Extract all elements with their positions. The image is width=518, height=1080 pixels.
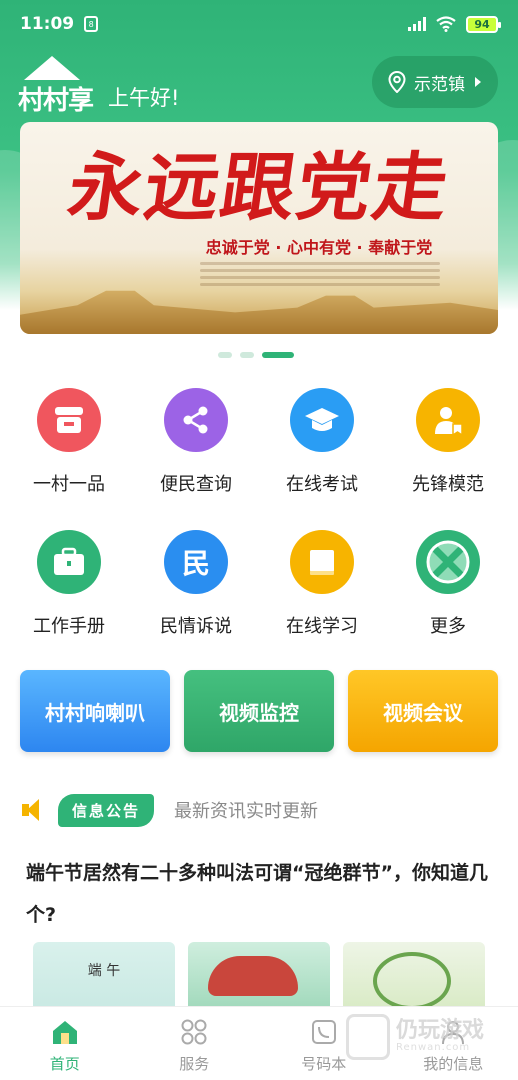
location-pin-icon bbox=[388, 71, 406, 93]
tab-my-info[interactable]: 我的信息 bbox=[389, 1007, 518, 1080]
phonebook-icon bbox=[309, 1017, 339, 1047]
app-logo: 村村享 bbox=[18, 56, 98, 116]
village-broadcast-button[interactable]: 村村响喇叭 bbox=[20, 670, 170, 752]
carousel-indicator bbox=[218, 352, 294, 358]
user-icon bbox=[438, 1017, 468, 1047]
grid-item-xianfeng[interactable]: 先锋模范 bbox=[385, 388, 511, 496]
article-thumbnails: 端 午 bbox=[33, 942, 485, 1012]
grid-item-xuexi[interactable]: 在线学习 bbox=[259, 530, 385, 638]
bottom-tab-bar: 首页 服务 号码本 我的信息 bbox=[0, 1006, 518, 1080]
logo-text: 村村享 bbox=[18, 86, 94, 116]
banner-slogan: 忠诚于党 · 心中有党 · 奉献于党 bbox=[205, 238, 433, 257]
video-monitor-button[interactable]: 视频监控 bbox=[184, 670, 334, 752]
great-wall-image bbox=[20, 290, 498, 334]
carousel-dot-active[interactable] bbox=[262, 352, 294, 358]
grid-item-shouce[interactable]: 工作手册 bbox=[6, 530, 132, 638]
status-time: 11:09 bbox=[20, 14, 75, 34]
carousel-dot[interactable] bbox=[240, 352, 254, 358]
tab-services[interactable]: 服务 bbox=[130, 1007, 260, 1080]
location-selector[interactable]: 示范镇 bbox=[372, 56, 498, 108]
home-icon bbox=[50, 1017, 80, 1047]
share-icon bbox=[164, 388, 228, 452]
grid-label: 便民查询 bbox=[160, 474, 232, 495]
sim-icon: 8 bbox=[84, 16, 99, 32]
notice-text: 最新资讯实时更新 bbox=[174, 801, 319, 822]
banner-carousel[interactable]: 永远跟党走 忠诚于党 · 心中有党 · 奉献于党 bbox=[20, 122, 498, 334]
grid-label: 更多 bbox=[430, 616, 466, 637]
video-meeting-button[interactable]: 视频会议 bbox=[348, 670, 498, 752]
notice-bar[interactable]: 信息公告 最新资讯实时更新 bbox=[22, 790, 502, 830]
tab-label: 首页 bbox=[49, 1055, 80, 1073]
thumbnail-text: 端 午 bbox=[87, 963, 121, 979]
banner-body-text bbox=[200, 258, 440, 290]
grid-item-yicunyipin[interactable]: 一村一品 bbox=[6, 388, 132, 496]
banner-title: 永远跟党走 bbox=[63, 145, 456, 231]
article-thumbnail[interactable] bbox=[343, 942, 485, 1012]
chevron-right-icon bbox=[475, 77, 481, 87]
shop-icon bbox=[37, 388, 101, 452]
grid-item-kaoshi[interactable]: 在线考试 bbox=[259, 388, 385, 496]
article-thumbnail[interactable]: 端 午 bbox=[33, 942, 175, 1012]
wifi-icon bbox=[436, 16, 456, 32]
location-label: 示范镇 bbox=[414, 74, 465, 95]
tab-label: 我的信息 bbox=[423, 1055, 484, 1073]
more-icon bbox=[416, 530, 480, 594]
greeting-text: 上午好! bbox=[108, 86, 180, 110]
tab-phonebook[interactable]: 号码本 bbox=[259, 1007, 389, 1080]
briefcase-icon bbox=[37, 530, 101, 594]
notice-tag: 信息公告 bbox=[58, 793, 155, 827]
status-bar: 11:09 8 94 bbox=[0, 0, 518, 48]
grid-label: 工作手册 bbox=[33, 616, 105, 637]
book-icon bbox=[290, 530, 354, 594]
grid-label: 一村一品 bbox=[33, 474, 105, 495]
tab-home[interactable]: 首页 bbox=[0, 1007, 130, 1080]
graduation-cap-icon bbox=[290, 388, 354, 452]
min-character-icon: 民 bbox=[164, 530, 228, 594]
tab-label: 服务 bbox=[179, 1055, 210, 1073]
grid-label: 先锋模范 bbox=[412, 474, 484, 495]
carousel-dot[interactable] bbox=[218, 352, 232, 358]
badge-person-icon bbox=[416, 388, 480, 452]
article-title[interactable]: 端午节居然有二十多种叫法可谓“冠绝群节”，你知道几个? bbox=[26, 852, 492, 936]
tab-label: 号码本 bbox=[301, 1055, 347, 1073]
battery-icon: 94 bbox=[466, 15, 501, 33]
grid-label: 在线学习 bbox=[286, 616, 358, 637]
grid-item-bianmin[interactable]: 便民查询 bbox=[133, 388, 259, 496]
grid-label: 民情诉说 bbox=[160, 616, 232, 637]
grid-item-more[interactable]: 更多 bbox=[385, 530, 511, 638]
speaker-icon bbox=[22, 798, 42, 822]
signal-icon bbox=[408, 17, 426, 31]
article-thumbnail[interactable] bbox=[188, 942, 330, 1012]
grid-label: 在线考试 bbox=[286, 474, 358, 495]
grid-item-minqing[interactable]: 民 民情诉说 bbox=[133, 530, 259, 638]
grid-icon bbox=[179, 1017, 209, 1047]
